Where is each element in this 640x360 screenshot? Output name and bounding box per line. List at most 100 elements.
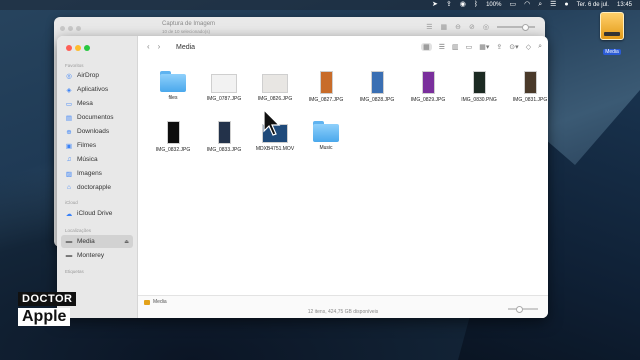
delete-icon[interactable]: ⊘ <box>469 23 475 31</box>
icloud-header: iCloud <box>65 200 78 205</box>
battery-icon[interactable]: ▭ <box>509 0 516 10</box>
forward-icon[interactable]: › <box>158 42 161 51</box>
file-item[interactable]: IMG_0787.JPG <box>199 71 249 102</box>
file-item[interactable]: IMG_0826.JPG <box>250 71 300 102</box>
logo-line-2: Apple <box>18 308 71 326</box>
sidebar-item-icloud-drive[interactable]: ☁ iCloud Drive <box>61 207 133 220</box>
image-thumbnail-icon <box>370 71 384 94</box>
column-view-icon[interactable]: ▥ <box>452 43 459 51</box>
logo-line-1: DOCTOR <box>18 292 77 306</box>
background-window-toolbar: ☰ ▦ ⊖ ⊘ ◎ <box>426 23 535 31</box>
search-icon[interactable]: ⌕ <box>538 0 542 10</box>
sidebar-item-música[interactable]: ♫ Música <box>61 153 133 166</box>
tag-icon[interactable]: ◇ <box>526 43 531 51</box>
bluetooth-icon[interactable]: ᛒ <box>474 0 478 10</box>
file-item[interactable]: Music <box>301 121 351 151</box>
sidebar-item-media[interactable]: ▬ Media ⏏ <box>61 235 133 248</box>
file-item[interactable]: IMG_0831.JPG <box>505 71 548 103</box>
file-item[interactable]: IMG_0829.JPG <box>403 71 453 103</box>
close-button[interactable] <box>66 45 72 51</box>
grid-view-icon[interactable]: ▦ <box>441 23 448 31</box>
action-icon[interactable]: ⊙▾ <box>509 43 518 51</box>
sidebar-item-airdrop[interactable]: ◎ AirDrop <box>61 69 133 82</box>
path-label: Media <box>153 299 167 305</box>
image-thumbnail-icon <box>262 74 288 93</box>
external-drive-icon <box>600 12 624 40</box>
search-icon[interactable]: ⌕ <box>538 43 542 51</box>
icon-size-slider[interactable] <box>508 306 538 313</box>
locations-header: Localizações <box>65 228 92 233</box>
file-name: IMG_0829.JPG <box>410 97 446 103</box>
sidebar-item-documentos[interactable]: ▤ Documentos <box>61 111 133 124</box>
file-item[interactable]: files <box>148 71 198 101</box>
path-bar[interactable]: Media <box>144 299 167 305</box>
sidebar-item-label: Música <box>77 156 98 163</box>
file-name: Music <box>319 145 333 151</box>
thumbnail-size-slider[interactable] <box>497 24 535 31</box>
sidebar-item-mesa[interactable]: ▭ Mesa <box>61 97 133 110</box>
file-name: IMG_0830.PNG <box>461 97 497 103</box>
file-item[interactable]: IMG_0832.JPG <box>148 121 198 153</box>
file-name: files <box>168 95 178 101</box>
mouse-cursor-icon <box>263 109 281 136</box>
sidebar-item-aplicativos[interactable]: ◈ Aplicativos <box>61 83 133 96</box>
favorites-header: Favoritos <box>65 63 84 68</box>
gallery-view-icon[interactable]: ▭ <box>466 43 473 51</box>
battery-percent[interactable]: 100% <box>486 2 501 8</box>
file-name: IMG_0831.JPG <box>512 97 548 103</box>
file-item[interactable]: IMG_0833.JPG <box>199 121 249 153</box>
control-center-icon[interactable]: ☰ <box>550 0 556 10</box>
window-title: Media <box>176 44 196 51</box>
info-icon[interactable]: ◎ <box>483 23 489 31</box>
sidebar-item-downloads[interactable]: ⊕ Downloads <box>61 125 133 138</box>
sidebar-item-label: Monterey <box>77 252 105 259</box>
group-icon[interactable]: ▦▾ <box>479 43 489 51</box>
sidebar-item-filmes[interactable]: ▣ Filmes <box>61 139 133 152</box>
image-thumbnail-icon <box>523 71 537 94</box>
file-item[interactable]: IMG_0827.JPG <box>301 71 351 103</box>
file-item[interactable]: IMG_0828.JPG <box>352 71 402 103</box>
finder-window[interactable]: Favoritos ◎ AirDrop ◈ Aplicativos ▭ Mesa ▤ Docu… <box>57 36 548 318</box>
menubar-time[interactable]: 13:45 <box>617 2 632 8</box>
zoom-button[interactable] <box>84 45 90 51</box>
list-view-icon[interactable]: ☰ <box>439 43 445 51</box>
zoom-button[interactable] <box>76 25 81 31</box>
list-view-icon[interactable]: ☰ <box>426 23 432 31</box>
navigation: ‹ › <box>147 42 160 51</box>
applications-icon: ◈ <box>66 86 72 94</box>
eject-icon[interactable]: ⏏ <box>124 239 129 245</box>
drive-icon <box>144 299 150 305</box>
upload-icon[interactable]: ⇪ <box>446 0 452 10</box>
back-icon[interactable]: ‹ <box>147 42 150 51</box>
image-thumbnail-icon <box>472 71 486 94</box>
sidebar-item-doctorapple[interactable]: ⌂ doctorapple <box>61 181 133 194</box>
sidebar-item-label: iCloud Drive <box>77 210 113 217</box>
share-icon[interactable]: ⇪ <box>496 43 502 51</box>
download-icon: ⊕ <box>66 128 72 136</box>
image-thumbnail-icon <box>166 121 180 144</box>
toolbar: ‹ › Media ▦ ☰ ▥ ▭ ▦▾ ⇪ ⊙▾ ◇ ⌕ <box>138 36 548 61</box>
sidebar: Favoritos ◎ AirDrop ◈ Aplicativos ▭ Mesa ▤ Docu… <box>57 36 138 318</box>
tags-header: Etiquetas <box>65 269 84 274</box>
location-icon[interactable]: ➤ <box>432 0 438 10</box>
file-name: MDXB4751.MOV <box>255 146 295 152</box>
file-name: IMG_0826.JPG <box>257 96 293 102</box>
rotate-icon[interactable]: ⊖ <box>455 23 461 31</box>
photo-icon: ▨ <box>65 170 73 178</box>
sidebar-item-label: AirDrop <box>77 72 100 79</box>
wifi-icon[interactable]: ◠ <box>524 0 530 10</box>
menubar-date[interactable]: Ter. 6 de jul. <box>577 2 609 8</box>
file-item[interactable]: IMG_0830.PNG <box>454 71 504 103</box>
sidebar-item-label: Filmes <box>77 142 97 149</box>
file-name: IMG_0827.JPG <box>308 97 344 103</box>
siri-icon[interactable]: ● <box>564 0 568 10</box>
icon-view-icon[interactable]: ▦ <box>421 43 432 51</box>
minimize-button[interactable] <box>68 25 73 31</box>
desktop-drive[interactable]: Media <box>597 12 627 58</box>
sidebar-item-monterey[interactable]: ▬ Monterey <box>61 249 133 262</box>
close-button[interactable] <box>60 25 65 31</box>
sidebar-item-imagens[interactable]: ▨ Imagens <box>61 167 133 180</box>
sync-icon[interactable]: ◉ <box>460 0 466 10</box>
sidebar-item-label: Mesa <box>77 100 93 107</box>
minimize-button[interactable] <box>75 45 81 51</box>
